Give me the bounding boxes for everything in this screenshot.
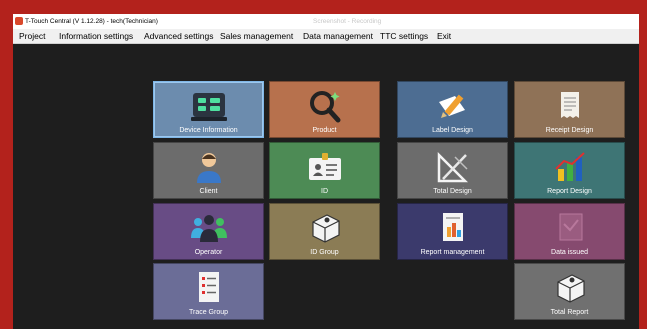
tile-report-management[interactable]: Report management [397, 203, 508, 260]
tile-label: Total Design [433, 188, 472, 195]
tile-id-group[interactable]: ID Group [269, 203, 380, 260]
id-card-icon [305, 149, 345, 185]
tile-label: Receipt Design [545, 127, 594, 134]
tile-label: Trace Group [188, 309, 229, 316]
menu-information-settings[interactable]: Information settings [59, 29, 133, 43]
title-bar: T-Touch Central (V 1.12.28) - tech(Techn… [13, 14, 639, 29]
label-pencil-icon [433, 88, 473, 124]
tile-label: ID [321, 188, 328, 195]
tile-label: Operator [194, 249, 223, 256]
checklist-icon [189, 270, 229, 306]
tile-label: Total Report [550, 309, 589, 316]
menu-ttc-settings[interactable]: TTC settings [380, 29, 428, 43]
tile-label: Report management [420, 249, 485, 256]
magnifier-icon [305, 88, 345, 124]
tile-total-report[interactable]: Total Report [514, 263, 625, 320]
tile-label: Data issued [551, 249, 588, 256]
menu-sales-management[interactable]: Sales management [220, 29, 293, 43]
drafting-tools-icon [433, 149, 473, 185]
tile-client[interactable]: Client [153, 142, 264, 199]
menu-exit[interactable]: Exit [437, 29, 451, 43]
tile-label: Label Design [432, 127, 473, 134]
box-icon [305, 210, 345, 246]
receipt-icon [550, 88, 590, 124]
device-icon [189, 88, 229, 124]
tile-label: ID Group [310, 249, 339, 256]
tile-device-information[interactable]: Device Information [153, 81, 264, 138]
group-icon [189, 210, 229, 246]
tile-product[interactable]: Product [269, 81, 380, 138]
app-window: T-Touch Central (V 1.12.28) - tech(Techn… [13, 14, 639, 329]
menu-advanced-settings[interactable]: Advanced settings [144, 29, 213, 43]
tile-total-design[interactable]: Total Design [397, 142, 508, 199]
overlay-title: Screenshot - Recording [313, 18, 382, 25]
tile-operator[interactable]: Operator [153, 203, 264, 260]
tile-report-design[interactable]: Report Design [514, 142, 625, 199]
tile-id[interactable]: ID [269, 142, 380, 199]
menu-bar: Project Information settings Advanced se… [13, 29, 639, 44]
tile-label-design[interactable]: Label Design [397, 81, 508, 138]
menu-project[interactable]: Project [19, 29, 45, 43]
window-title: T-Touch Central (V 1.12.28) - tech(Techn… [25, 18, 158, 25]
tile-label: Report Design [547, 188, 592, 195]
report-icon [433, 210, 473, 246]
tile-label: Product [312, 127, 337, 134]
tile-data-issued[interactable]: Data issued [514, 203, 625, 260]
box-total-icon [550, 270, 590, 306]
tile-label: Client [199, 188, 218, 195]
person-icon [189, 149, 229, 185]
app-icon [15, 17, 23, 25]
data-issued-icon [550, 210, 590, 246]
tile-trace-group[interactable]: Trace Group [153, 263, 264, 320]
tile-receipt-design[interactable]: Receipt Design [514, 81, 625, 138]
menu-data-management[interactable]: Data management [303, 29, 373, 43]
tile-label: Device Information [179, 127, 238, 134]
bar-chart-icon [550, 149, 590, 185]
